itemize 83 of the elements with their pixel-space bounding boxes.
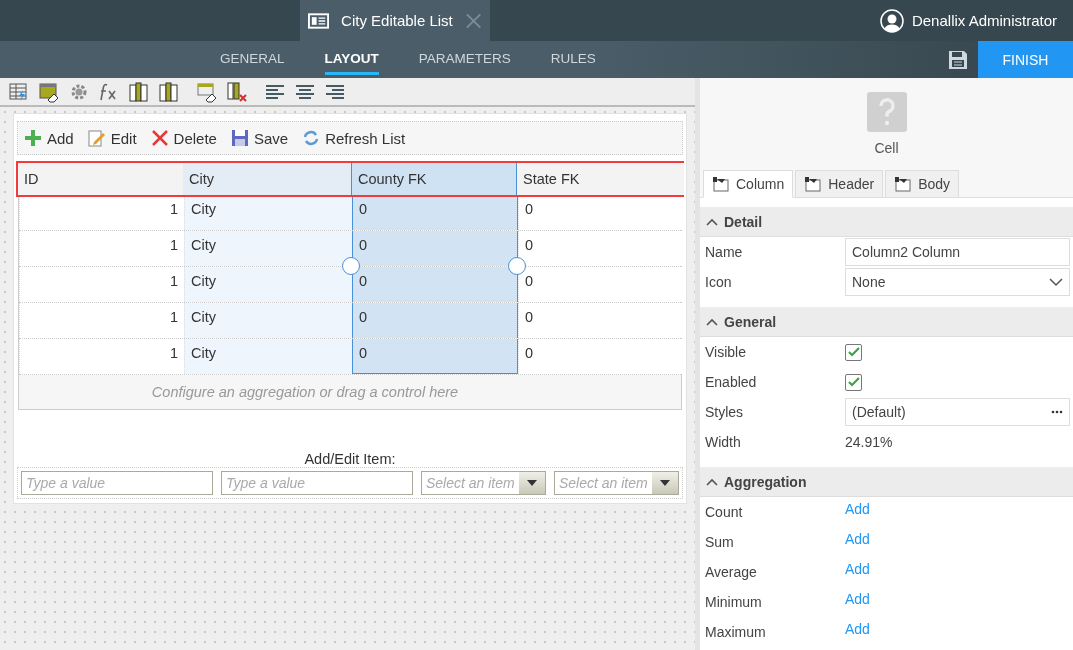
user-name: Denallix Administrator	[911, 12, 1057, 29]
list-toolbar-button[interactable]: Save	[230, 129, 289, 147]
add-edit-title: Add/Edit Item:	[303, 451, 397, 467]
property-label: Enabled	[705, 374, 758, 390]
plus-icon	[24, 129, 42, 147]
table-lightning-icon[interactable]	[8, 80, 30, 103]
property-label: Average	[705, 564, 758, 580]
table-header-icon	[712, 176, 730, 192]
styles-field[interactable]: (Default)	[845, 398, 1070, 426]
column-header[interactable]: County FK	[351, 163, 517, 195]
nav-tab[interactable]: RULES	[550, 41, 596, 75]
table-header-icon	[804, 176, 823, 192]
nav-tab[interactable]: GENERAL	[220, 41, 285, 75]
insert-column-right-icon[interactable]	[158, 80, 180, 103]
property-label: Icon	[705, 274, 733, 290]
aggregation-hint: Configure an aggregation or drag a control here	[19, 375, 681, 409]
floppy-icon	[230, 129, 249, 147]
chevron-down-icon	[1049, 277, 1063, 287]
section-header[interactable]: General	[700, 307, 1073, 337]
unknown-control-icon	[866, 92, 907, 132]
save-icon[interactable]	[948, 49, 968, 70]
table-cell: 0	[352, 231, 518, 266]
list-toolbar-button[interactable]: Add	[24, 129, 74, 147]
table-cell: 0	[352, 303, 518, 338]
property-label: Styles	[705, 404, 745, 420]
section-header[interactable]: Aggregation	[700, 467, 1073, 497]
user-icon[interactable]	[879, 8, 904, 33]
name-field[interactable]: Column2 Column	[845, 238, 1070, 266]
caret-icon	[527, 480, 537, 486]
eraser-icon[interactable]	[38, 80, 60, 103]
chevron-up-icon	[706, 217, 718, 226]
property-tab[interactable]: Header	[795, 170, 884, 198]
section-header[interactable]: Detail	[700, 207, 1073, 237]
property-label: Width	[705, 434, 742, 450]
property-label: Sum	[705, 534, 735, 550]
table-cell: 0	[518, 231, 685, 266]
nav-tab[interactable]: PARAMETERS	[418, 41, 511, 75]
form-icon	[308, 12, 330, 29]
property-tab[interactable]: Body	[885, 170, 960, 198]
table-header-icon	[894, 176, 913, 192]
list-toolbar-button[interactable]: Edit	[87, 129, 137, 147]
column-header[interactable]: City	[183, 163, 351, 195]
table-cell: City	[184, 339, 352, 374]
edit-icon	[87, 129, 106, 147]
list-toolbar-button[interactable]: Delete	[150, 129, 217, 147]
text-field[interactable]: Type a value	[221, 471, 413, 495]
property-tab[interactable]: Column	[703, 170, 794, 198]
table-cell: City	[184, 195, 352, 230]
checkbox[interactable]	[845, 343, 862, 361]
insert-column-left-icon[interactable]	[128, 80, 150, 103]
table-cell: 0	[352, 195, 518, 230]
property-label: Maximum	[705, 624, 767, 640]
column-header[interactable]: ID	[18, 163, 183, 195]
table-cell: City	[184, 303, 352, 338]
property-value: 24.91%	[845, 434, 894, 450]
property-label: Visible	[705, 344, 747, 360]
control-type-label: Cell	[874, 140, 899, 156]
table-cell: City	[184, 267, 352, 302]
document-tab[interactable]: City Editable List	[300, 0, 490, 41]
table-cell: 0	[518, 195, 685, 230]
ellipsis-icon	[1051, 410, 1063, 414]
table-cell: 0	[518, 303, 685, 338]
chevron-up-icon	[706, 477, 718, 486]
refresh-icon	[302, 129, 321, 147]
property-label: Count	[705, 504, 744, 520]
checkbox[interactable]	[845, 373, 862, 391]
table-cell: 0	[352, 339, 518, 374]
text-field[interactable]: Type a value	[21, 471, 213, 495]
table-cell: 0	[518, 339, 685, 374]
table-cell: 0	[518, 267, 685, 302]
table-eraser-icon[interactable]	[196, 80, 218, 103]
property-label: Name	[705, 244, 744, 260]
delete-icon	[150, 129, 169, 147]
icon-dropdown[interactable]: None	[845, 268, 1070, 296]
table-cell: City	[184, 231, 352, 266]
delete-column-icon[interactable]	[226, 80, 248, 103]
list-toolbar-button[interactable]: Refresh List	[302, 129, 406, 147]
table-cell: 0	[352, 267, 518, 302]
column-header[interactable]: State FK	[517, 163, 684, 195]
chevron-up-icon	[706, 317, 718, 326]
caret-icon	[660, 480, 670, 486]
property-label: Minimum	[705, 594, 763, 610]
nav-tab[interactable]: LAYOUT	[324, 41, 379, 75]
